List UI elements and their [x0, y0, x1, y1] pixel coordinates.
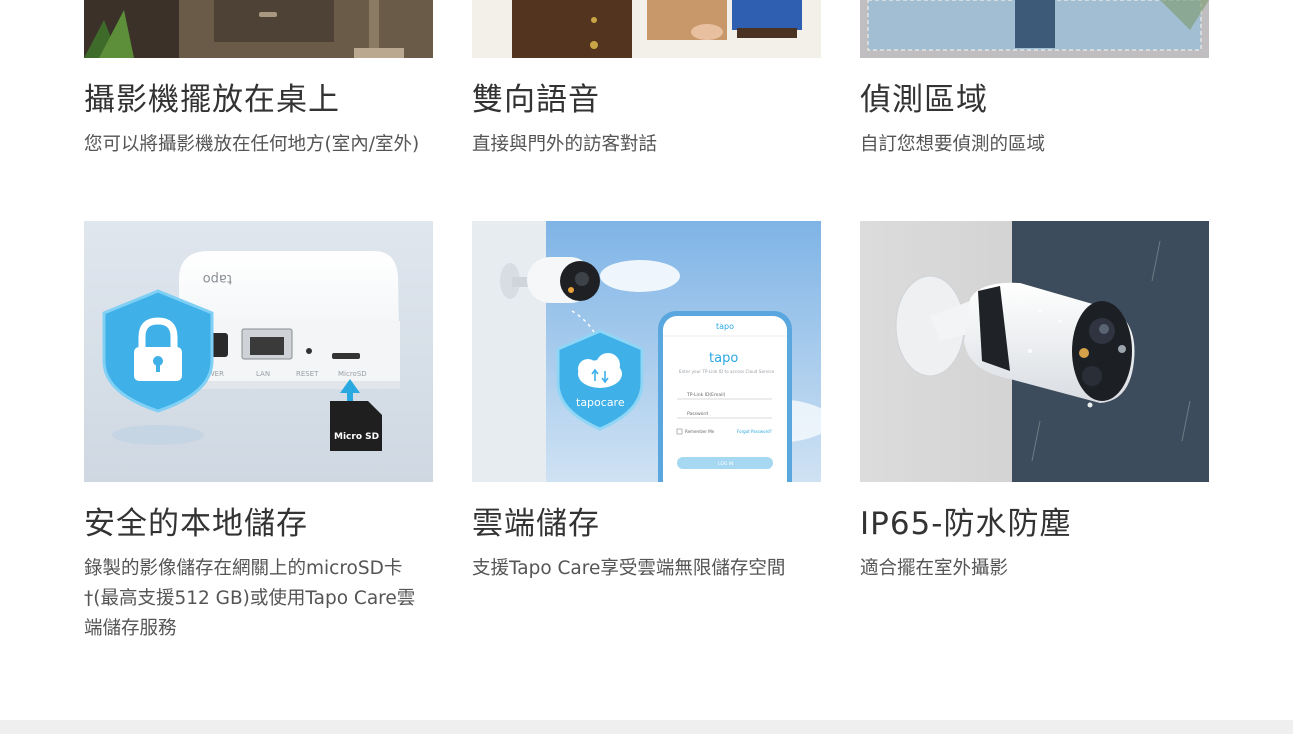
- feature-description: 直接與門外的訪客對話: [472, 134, 658, 155]
- feature-description: 自訂您想要偵測的區域: [860, 134, 1046, 155]
- feature-card-desk: 攝影機擺放在桌上 您可以將攝影機放在任何地方(室內/室外): [84, 0, 433, 160]
- app-header-logo: tapo: [716, 322, 734, 331]
- feature-description: 支援Tapo Care享受雲端無限儲存空間: [472, 558, 786, 579]
- feature-title: 雙向語音: [472, 82, 600, 118]
- feature-image-zone: [860, 0, 1209, 58]
- email-field-placeholder: TP-Link ID(Email): [686, 392, 726, 398]
- feature-image-waterproof: [860, 221, 1209, 482]
- footer-band: [0, 720, 1293, 734]
- feature-image-cloud: tapocare tapo tapo Enter your TP-Link ID…: [472, 221, 821, 482]
- feature-card-two-way-audio: 雙向語音 直接與門外的訪客對話: [472, 0, 821, 160]
- feature-description: 錄製的影像儲存在網關上的microSD卡†(最高支援512 GB)或使用Tapo…: [84, 558, 416, 639]
- port-label-lan: LAN: [256, 370, 270, 378]
- microsd-card-label: Micro SD: [334, 432, 379, 442]
- tapocare-label: tapocare: [576, 396, 625, 409]
- feature-title: 雲端儲存: [472, 506, 600, 542]
- feature-title: 攝影機擺放在桌上: [84, 82, 340, 118]
- login-button-label: LOG IN: [718, 461, 734, 467]
- feature-title: 偵測區域: [860, 82, 988, 118]
- feature-description: 適合擺在室外攝影: [860, 558, 1009, 579]
- feature-image-door: [472, 0, 821, 58]
- port-label-reset: RESET: [296, 370, 319, 378]
- feature-card-detection-zone: 偵測區域 自訂您想要偵測的區域: [860, 0, 1209, 160]
- app-logo: tapo: [709, 351, 738, 366]
- port-label-microsd: MicroSD: [338, 370, 367, 378]
- feature-title: IP65-防水防塵: [860, 506, 1072, 542]
- remember-me-label: Remember Me: [685, 429, 715, 434]
- feature-card-waterproof: IP65-防水防塵 適合擺在室外攝影: [860, 221, 1209, 584]
- hub-brand-label: tapo: [203, 271, 232, 286]
- feature-card-local-storage: tapo POWER LAN RESET MicroSD Micro SD 安全…: [84, 221, 433, 644]
- feature-image-desk: [84, 0, 433, 58]
- forgot-password-link: Forgot Password?: [737, 429, 772, 434]
- app-intro-text: Enter your TP-Link ID to access Cloud Se…: [679, 369, 775, 374]
- password-field-placeholder: Password: [687, 411, 708, 417]
- feature-title: 安全的本地儲存: [84, 506, 308, 542]
- feature-description: 您可以將攝影機放在任何地方(室內/室外): [84, 134, 420, 155]
- feature-card-cloud-storage: tapocare tapo tapo Enter your TP-Link ID…: [472, 221, 821, 584]
- feature-image-hub: tapo POWER LAN RESET MicroSD Micro SD: [84, 221, 433, 482]
